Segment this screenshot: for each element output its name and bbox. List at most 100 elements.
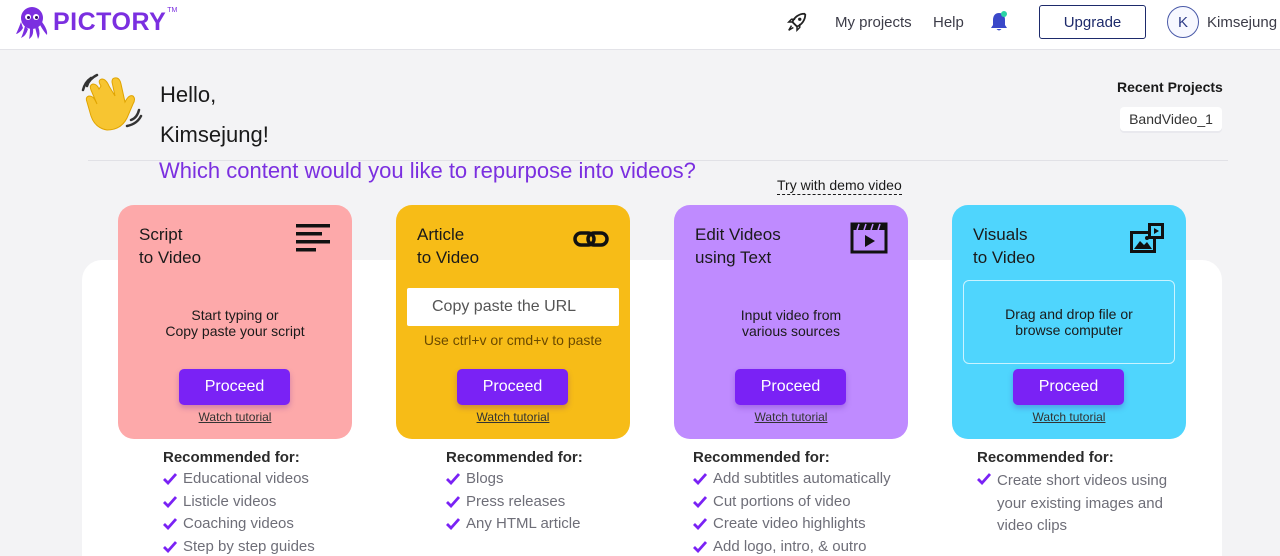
card-title-line-1: Edit Videos <box>695 225 781 244</box>
list-item-label: Step by step guides <box>183 537 315 555</box>
card-title-line-1: Script <box>139 225 183 244</box>
list-item: Blogs <box>446 470 583 493</box>
card-title-line-2: to Video <box>973 248 1036 267</box>
greeting-name: Kimsejung! <box>160 122 269 147</box>
card-title-line-2: to Video <box>139 248 202 267</box>
paste-hint: Use ctrl+v or cmd+v to paste <box>423 332 603 348</box>
watch-tutorial-link[interactable]: Watch tutorial <box>952 410 1186 424</box>
recommended-title: Recommended for: <box>977 449 1114 466</box>
link-icon <box>573 231 609 247</box>
text-lines-icon <box>296 224 330 252</box>
list-item-label: Any HTML article <box>466 515 581 532</box>
upgrade-button[interactable]: Upgrade <box>1039 5 1146 39</box>
proceed-button[interactable]: Proceed <box>1013 369 1124 405</box>
card-title: Script to Video <box>139 223 201 269</box>
card-description: Start typing or Copy paste your script <box>118 307 352 339</box>
check-icon <box>446 518 460 530</box>
card-edit-videos-using-text[interactable]: Edit Videos using Text Input video from … <box>674 205 908 439</box>
recommended-list-visuals: Recommended for: Create short videos usi… <box>977 449 1167 538</box>
nav-my-projects[interactable]: My projects <box>835 14 912 31</box>
logo-trademark: TM <box>167 6 178 14</box>
top-header: PICTORY TM My projects Help Upgrade K Ki… <box>0 0 1280 50</box>
list-item: Educational videos <box>163 470 315 493</box>
list-item-label: Listicle videos <box>183 492 277 510</box>
check-icon <box>446 473 460 485</box>
waving-hand-icon <box>81 73 143 131</box>
check-icon <box>693 540 707 553</box>
user-name[interactable]: Kimsejung <box>1207 14 1277 31</box>
list-item-label: Add subtitles automatically <box>713 470 891 487</box>
card-description-line-2: Copy paste your script <box>165 323 305 339</box>
card-description-line-1: Start typing or <box>191 307 279 323</box>
card-description: Input video from various sources <box>674 307 908 339</box>
card-title: Article to Video <box>417 223 479 269</box>
card-article-to-video[interactable]: Article to Video Use ctrl+v or cmd+v to … <box>396 205 630 439</box>
recommended-list-edit-videos: Recommended for: Add subtitles automatic… <box>693 449 891 556</box>
octopus-logo-icon <box>16 7 48 39</box>
proceed-button[interactable]: Proceed <box>457 369 568 405</box>
file-drop-zone[interactable]: Drag and drop file or browse computer <box>963 280 1175 364</box>
card-title: Edit Videos using Text <box>695 223 781 269</box>
nav-help[interactable]: Help <box>933 14 964 31</box>
greeting-hello: Hello, <box>160 82 217 107</box>
proceed-button[interactable]: Proceed <box>735 369 846 405</box>
list-item: Add logo, intro, & outro <box>693 538 891 556</box>
recommended-list-article: Recommended for: Blogs Press releases An… <box>446 449 583 538</box>
list-item: Press releases <box>446 493 583 516</box>
list-item-label: Create short videos using <box>997 472 1168 489</box>
card-visuals-to-video[interactable]: Visuals to Video Drag and drop file or b… <box>952 205 1186 439</box>
drop-zone-text-line-1: Drag and drop file or <box>1005 306 1133 322</box>
card-script-to-video[interactable]: Script to Video Start typing or Copy pas… <box>118 205 352 439</box>
check-icon <box>163 540 177 553</box>
check-icon <box>693 473 707 485</box>
check-icon <box>977 473 991 485</box>
list-item-label: Add logo, intro, & outro <box>713 537 867 555</box>
list-item: Add subtitles automatically <box>693 470 891 493</box>
user-avatar[interactable]: K <box>1167 6 1199 38</box>
proceed-button[interactable]: Proceed <box>179 369 290 405</box>
list-item: Step by step guides <box>163 538 315 556</box>
card-title-line-2: using Text <box>695 248 772 267</box>
list-item-label: Cut portions of video <box>713 492 851 510</box>
watch-tutorial-link[interactable]: Watch tutorial <box>396 410 630 424</box>
card-title-line-2: to Video <box>417 248 480 267</box>
logo-text: PICTORY <box>53 7 167 36</box>
check-icon <box>163 495 177 508</box>
try-demo-link[interactable]: Try with demo video <box>777 177 902 195</box>
list-item-label: Coaching videos <box>183 515 294 532</box>
images-icon <box>1130 223 1164 253</box>
card-title-line-1: Article <box>417 225 465 244</box>
recent-projects-title: Recent Projects <box>1117 79 1223 95</box>
watch-tutorial-link[interactable]: Watch tutorial <box>118 410 352 424</box>
recommended-title: Recommended for: <box>163 449 300 466</box>
drop-zone-text-line-2: browse computer <box>1015 322 1123 338</box>
recommended-title: Recommended for: <box>693 449 830 466</box>
recommended-list-script: Recommended for: Educational videos List… <box>163 449 315 556</box>
card-title: Visuals to Video <box>973 223 1035 269</box>
notification-dot <box>1001 11 1007 17</box>
check-icon <box>693 518 707 530</box>
pictory-logo[interactable]: PICTORY TM <box>14 4 177 40</box>
check-icon <box>693 495 707 508</box>
list-item: Create short videos using your existing … <box>977 470 1167 538</box>
recommended-title: Recommended for: <box>446 449 583 466</box>
list-item: Coaching videos <box>163 515 315 538</box>
watch-tutorial-link[interactable]: Watch tutorial <box>674 410 908 424</box>
rocket-icon[interactable] <box>786 11 808 33</box>
list-item: Any HTML article <box>446 515 583 538</box>
list-item-label: your existing images and <box>997 494 1163 512</box>
list-item-label: Educational videos <box>183 470 309 487</box>
list-item-label: video clips <box>997 517 1068 534</box>
list-item: Create video highlights <box>693 515 891 538</box>
list-item-label: Create video highlights <box>713 515 866 532</box>
card-description-line-2: various sources <box>741 323 841 339</box>
list-item-label: Blogs <box>466 470 504 487</box>
check-icon <box>163 473 177 485</box>
recent-project-item[interactable]: BandVideo_1 <box>1120 107 1222 131</box>
video-player-icon <box>850 222 888 254</box>
article-url-input[interactable] <box>407 288 619 326</box>
check-icon <box>163 518 177 530</box>
page-question: Which content would you like to repurpos… <box>159 158 696 183</box>
card-description-line-1: Input video from <box>740 307 842 323</box>
list-item-label: Press releases <box>466 492 566 510</box>
